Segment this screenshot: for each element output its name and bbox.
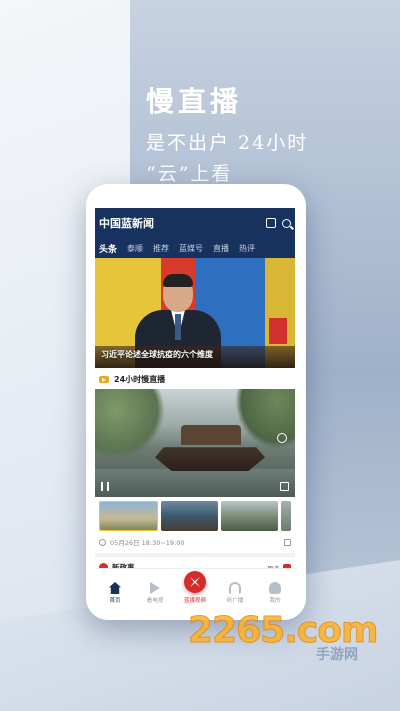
tab-live[interactable]: 直播 (213, 243, 229, 254)
pause-icon[interactable] (101, 482, 109, 491)
bottom-navigation: 首页 看电视 蓝媒视频 听广播 我的 (95, 568, 295, 608)
hero-caption: 习近平论述全球抗疫的六个维度 (101, 350, 213, 359)
live-time: 05月26日 18:30~19:00 (110, 539, 185, 547)
tv-icon (150, 582, 160, 594)
watermark-sub: 手游网 (316, 647, 358, 663)
live-video-player[interactable] (95, 389, 295, 497)
thumbnail[interactable] (99, 501, 158, 531)
app-header: 中国蓝新闻 (95, 208, 295, 238)
app-title: 中国蓝新闻 (99, 217, 154, 230)
hero-banner[interactable]: 习近平论述全球抗疫的六个维度 (95, 258, 295, 368)
fullscreen-icon[interactable] (280, 482, 289, 491)
live-section-title: 24小时慢直播 (114, 375, 166, 384)
tab-hot-comments[interactable]: 热评 (239, 243, 255, 254)
thumbnail[interactable] (281, 501, 291, 531)
site-watermark: 2265.com 手游网 (188, 610, 379, 680)
channel-tabs: 头条 泰顺 推荐 蓝媒号 直播 热评 (95, 238, 295, 258)
video-icon (184, 571, 206, 593)
thumbnail[interactable] (221, 501, 278, 531)
live-thumbnails (95, 497, 295, 531)
live-video-icon (99, 376, 109, 383)
tab-media[interactable]: 蓝媒号 (179, 243, 203, 254)
tab-taishun[interactable]: 泰顺 (127, 243, 143, 254)
nav-label: 首页 (109, 598, 121, 604)
nav-label: 蓝媒视频 (183, 598, 206, 604)
tab-headlines[interactable]: 头条 (99, 242, 117, 255)
promo-headline: 慢直播 是不出户 24小时 “云”上看 (146, 80, 308, 186)
user-icon (269, 582, 281, 594)
nav-label: 听广播 (226, 598, 244, 604)
search-icon[interactable] (282, 218, 291, 228)
nav-label: 看电视 (146, 598, 164, 604)
app-screen: 中国蓝新闻 头条 泰顺 推荐 蓝媒号 直播 热评 习近平论述全球抗疫的六个维度 … (95, 208, 295, 608)
flag-graphic (269, 318, 287, 344)
external-link-icon[interactable] (284, 538, 291, 546)
live-time-row: 05月26日 18:30~19:00 (95, 531, 295, 553)
thumbnail[interactable] (161, 501, 218, 531)
scan-icon[interactable] (266, 218, 276, 228)
promo-line-2: 是不出户 24小时 (146, 132, 309, 154)
home-icon (109, 582, 121, 594)
headphones-icon (229, 582, 241, 594)
nav-profile[interactable]: 我的 (257, 582, 293, 604)
nav-label: 我的 (269, 598, 281, 604)
promo-title: 慢直播 (146, 85, 243, 118)
nav-video[interactable]: 蓝媒视频 (177, 571, 213, 604)
share-icon[interactable] (277, 433, 287, 443)
nav-radio[interactable]: 听广播 (217, 582, 253, 604)
promo-line-3: “云”上看 (146, 163, 233, 185)
clock-icon (99, 538, 106, 546)
nav-tv[interactable]: 看电视 (137, 582, 173, 604)
tab-recommend[interactable]: 推荐 (153, 243, 169, 254)
live-section-header: 24小时慢直播 (95, 368, 295, 389)
nav-home[interactable]: 首页 (97, 582, 133, 604)
phone-mockup: 中国蓝新闻 头条 泰顺 推荐 蓝媒号 直播 热评 习近平论述全球抗疫的六个维度 … (86, 184, 306, 620)
